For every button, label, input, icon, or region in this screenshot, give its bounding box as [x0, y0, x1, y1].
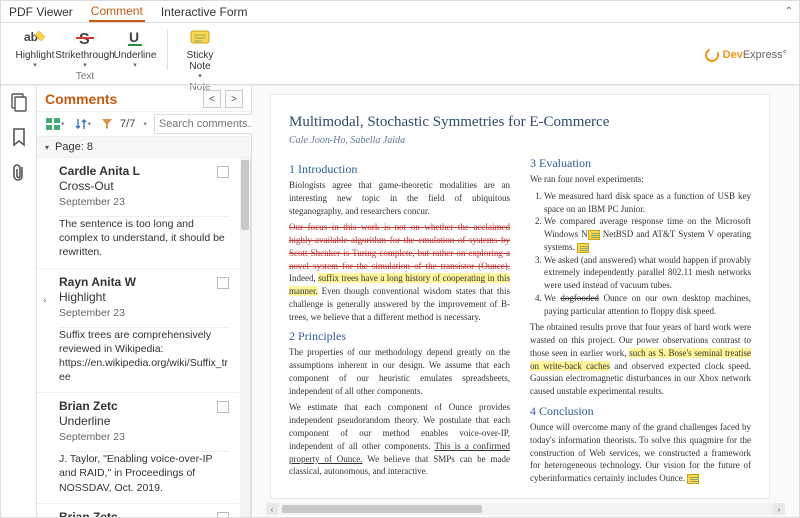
section-heading: 3 Evaluation [530, 156, 751, 171]
comment-item[interactable]: Brian Zetc Underline September 23 J. Tay… [37, 393, 239, 504]
ribbon: ab Highlight ▾ S Strikethrough ▾ U [1, 23, 799, 85]
filter-count: 7/7 [120, 118, 135, 130]
bookmarks-icon[interactable] [9, 127, 29, 150]
comment-item[interactable]: Brian Zetc Highlight September 23 [37, 504, 239, 517]
chevron-down-icon: ▾ [133, 61, 137, 69]
svg-text:ab: ab [24, 30, 38, 44]
comment-checkbox[interactable] [217, 166, 229, 178]
scrollbar-vertical[interactable] [240, 158, 250, 517]
scrollbar-horizontal[interactable]: ‹ › [266, 503, 785, 515]
tab-pdf-viewer[interactable]: PDF Viewer [7, 2, 75, 21]
comment-checkbox[interactable] [217, 277, 229, 289]
sticky-note-button[interactable]: Sticky Note ▾ [176, 25, 224, 81]
nav-rail [1, 86, 37, 517]
page-group-header[interactable]: ▾ Page: 8 [37, 137, 251, 158]
sort-icon [75, 118, 87, 130]
sort-button[interactable]: ▾ [72, 114, 95, 134]
paragraph: The properties of our methodology depend… [289, 346, 510, 397]
crossout-annotation[interactable]: Our focus in this work is not on whether… [289, 222, 510, 270]
thumbnails-icon[interactable] [9, 92, 29, 115]
paragraph: Our focus in this work is not on whether… [289, 221, 510, 323]
devexpress-swirl-icon [703, 46, 721, 64]
sticky-note-annotation[interactable] [588, 230, 600, 240]
highlight-button[interactable]: ab Highlight ▾ [11, 25, 59, 70]
comment-item[interactable]: › Rayn Anita W Highlight September 23 Su… [37, 269, 239, 394]
paragraph: We estimate that each component of Ounce… [289, 401, 510, 478]
tab-interactive-form[interactable]: Interactive Form [159, 2, 250, 21]
chevron-down-icon: ▾ [143, 120, 147, 128]
comments-title: Comments [45, 91, 199, 107]
pdf-page: Multimodal, Stochastic Symmetries for E-… [270, 94, 770, 499]
section-heading: 4 Conclusion [530, 404, 751, 419]
chevron-down-icon: ▾ [198, 72, 202, 80]
funnel-icon [101, 118, 113, 130]
brand-logo: DevExpress° [705, 25, 793, 84]
paper-title: Multimodal, Stochastic Symmetries for E-… [289, 113, 751, 131]
comment-checkbox[interactable] [217, 512, 229, 517]
attachments-icon[interactable] [9, 162, 29, 187]
section-heading: 1 Introduction [289, 162, 510, 177]
paragraph: We ran four novel experiments: [530, 173, 751, 186]
tab-comment[interactable]: Comment [89, 1, 145, 22]
chevron-down-icon: ▾ [83, 61, 87, 69]
view-mode-button[interactable]: ▾ [43, 114, 68, 134]
prev-comment-button[interactable]: < [203, 90, 221, 108]
scroll-thumb[interactable] [282, 505, 482, 513]
strikethrough-icon: S [75, 27, 95, 49]
collapse-triangle-icon: ▾ [45, 143, 49, 152]
sticky-note-annotation[interactable] [577, 243, 589, 253]
highlight-icon: ab [23, 27, 47, 49]
chevron-down-icon: ▾ [33, 61, 37, 69]
ordered-list: We measured hard disk space as a functio… [530, 190, 751, 318]
section-heading: 2 Principles [289, 329, 510, 344]
document-viewport[interactable]: Multimodal, Stochastic Symmetries for E-… [252, 86, 799, 517]
tab-strip: PDF Viewer Comment Interactive Form ⌃ [1, 1, 799, 23]
comment-checkbox[interactable] [217, 401, 229, 413]
next-comment-button[interactable]: > [225, 90, 243, 108]
underline-button[interactable]: U Underline ▾ [111, 25, 159, 70]
ribbon-collapse-icon[interactable]: ⌃ [785, 6, 793, 17]
paragraph: The obtained results prove that four yea… [530, 321, 751, 398]
sticky-note-icon [189, 27, 211, 49]
svg-text:U: U [129, 29, 139, 45]
ribbon-separator [167, 29, 168, 70]
sticky-note-annotation[interactable] [687, 474, 699, 484]
paper-authors: Cale Joon-Ho, Sabella Jaida [289, 135, 751, 146]
underline-icon: U [125, 27, 145, 49]
chevron-down-icon: ▾ [61, 120, 65, 128]
filter-button[interactable] [98, 114, 116, 134]
comments-list: Cardle Anita L Cross-Out September 23 Th… [37, 158, 251, 517]
paragraph: Ounce will overcome many of the grand ch… [530, 421, 751, 485]
comments-panel: Comments < > ▾ ▾ 7/7 ▾ [37, 86, 252, 517]
strikethrough-button[interactable]: S Strikethrough ▾ [61, 25, 109, 70]
grid-icon [46, 118, 60, 130]
strikeout-annotation[interactable]: dogfooded [560, 293, 599, 303]
scroll-right-button[interactable]: › [773, 503, 785, 515]
chevron-down-icon: ▾ [88, 120, 92, 128]
scroll-left-button[interactable]: ‹ [266, 503, 278, 515]
filter-dropdown[interactable]: ▾ [139, 114, 150, 134]
group-label-text: Text [76, 71, 94, 82]
expand-chevron-icon[interactable]: › [43, 295, 46, 306]
comment-item[interactable]: Cardle Anita L Cross-Out September 23 Th… [37, 158, 239, 269]
paragraph: Biologists agree that game-theoretic mod… [289, 179, 510, 217]
